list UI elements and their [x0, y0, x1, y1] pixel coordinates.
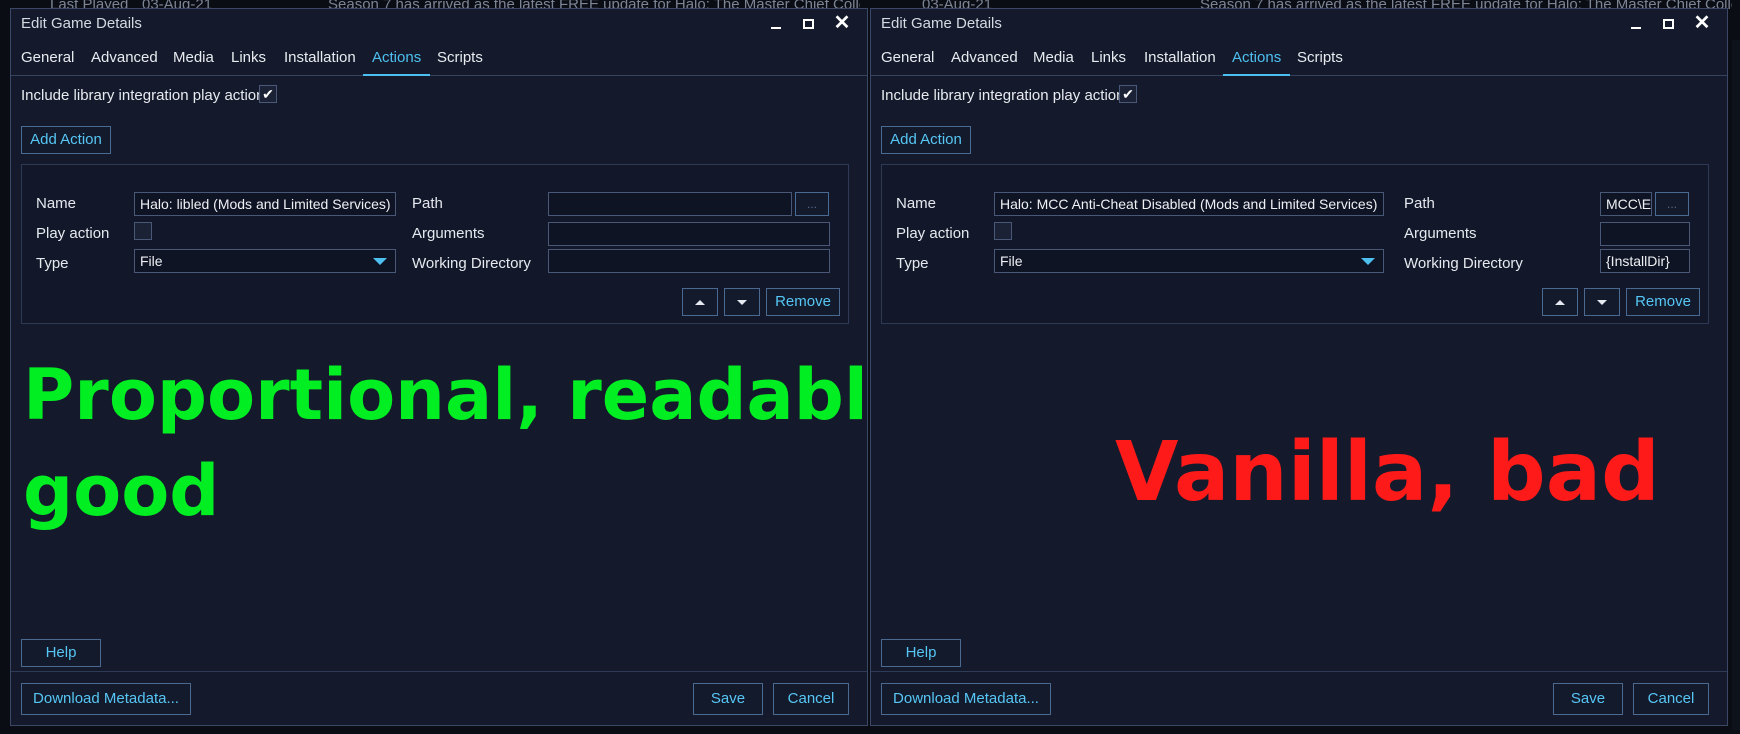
- overlay-line-1: Vanilla, bad: [1115, 425, 1660, 520]
- tab-links[interactable]: Links: [1091, 48, 1126, 74]
- move-up-button[interactable]: [682, 288, 718, 316]
- action-name-input[interactable]: Halo: MCC Anti-Cheat Disabled (Mods and …: [994, 192, 1384, 216]
- move-down-button[interactable]: [724, 288, 760, 316]
- download-metadata-button[interactable]: Download Metadata...: [21, 683, 191, 715]
- path-input[interactable]: [548, 192, 792, 216]
- edit-game-details-dialog: Edit Game Details ✕ General Advanced Med…: [870, 8, 1728, 726]
- checkmark-icon: ✔: [262, 86, 274, 102]
- move-up-button[interactable]: [1542, 288, 1578, 316]
- action-name-input[interactable]: Halo: libled (Mods and Limited Services): [134, 192, 396, 216]
- name-label: Name: [896, 195, 937, 212]
- arguments-label: Arguments: [412, 225, 485, 242]
- tab-media[interactable]: Media: [1033, 48, 1074, 74]
- action-item: Name Play action Type Halo: libled (Mods…: [21, 164, 849, 324]
- overlay-line-2: good: [23, 450, 220, 532]
- arguments-input[interactable]: [548, 222, 830, 246]
- dialog-title: Edit Game Details: [21, 15, 142, 32]
- working-directory-input[interactable]: [548, 249, 830, 273]
- checkmark-icon: ✔: [1122, 86, 1134, 102]
- add-action-button[interactable]: Add Action: [21, 126, 111, 154]
- tab-installation[interactable]: Installation: [284, 48, 356, 74]
- type-label: Type: [36, 255, 69, 272]
- tab-bar: General Advanced Media Links Installatio…: [871, 45, 1727, 76]
- name-label: Name: [36, 195, 77, 212]
- overlay-caption: Vanilla, bad: [1115, 425, 1660, 521]
- tab-general[interactable]: General: [881, 48, 934, 74]
- play-action-checkbox[interactable]: [994, 222, 1012, 240]
- cancel-button[interactable]: Cancel: [1633, 683, 1709, 715]
- minimize-icon[interactable]: [763, 11, 789, 35]
- arguments-label: Arguments: [1404, 225, 1477, 242]
- close-icon[interactable]: ✕: [829, 11, 855, 35]
- tab-advanced[interactable]: Advanced: [951, 48, 1018, 74]
- play-action-label: Play action: [36, 225, 110, 242]
- help-button[interactable]: Help: [21, 639, 101, 667]
- tab-media[interactable]: Media: [173, 48, 214, 74]
- include-integration-label: Include library integration play actions: [881, 87, 1132, 104]
- action-item: Name Play action Type Halo: MCC Anti-Che…: [881, 164, 1709, 324]
- browse-path-button[interactable]: ...: [795, 192, 829, 216]
- tab-actions[interactable]: Actions: [1223, 48, 1291, 76]
- move-down-button[interactable]: [1584, 288, 1620, 316]
- include-integration-checkbox[interactable]: ✔: [1119, 85, 1137, 103]
- play-action-checkbox[interactable]: [134, 222, 152, 240]
- remove-button[interactable]: Remove: [1626, 288, 1700, 316]
- footer-divider: [11, 671, 867, 672]
- include-integration-label: Include library integration play actions: [21, 87, 272, 104]
- edit-game-details-dialog: Edit Game Details ✕ General Advanced Med…: [10, 8, 942, 726]
- save-button[interactable]: Save: [693, 683, 763, 715]
- type-label: Type: [896, 255, 929, 272]
- chevron-down-icon: [373, 258, 387, 265]
- background-right-column: [1732, 40, 1740, 730]
- arrow-down-icon: [1597, 299, 1607, 305]
- path-label: Path: [412, 195, 443, 212]
- browse-path-button[interactable]: ...: [1655, 192, 1689, 216]
- arrow-down-icon: [737, 299, 747, 305]
- titlebar: Edit Game Details ✕: [11, 9, 867, 37]
- maximize-icon[interactable]: [1655, 11, 1681, 35]
- remove-button[interactable]: Remove: [766, 288, 840, 316]
- tab-scripts[interactable]: Scripts: [437, 48, 483, 74]
- titlebar: Edit Game Details ✕: [871, 9, 1727, 37]
- arrow-up-icon: [695, 299, 705, 305]
- chevron-down-icon: [1361, 258, 1375, 265]
- tab-bar: General Advanced Media Links Installatio…: [11, 45, 867, 76]
- type-select[interactable]: File: [134, 249, 396, 273]
- arguments-input[interactable]: [1600, 222, 1690, 246]
- maximize-icon[interactable]: [795, 11, 821, 35]
- overlay-caption: Proportional, readable, good: [23, 347, 942, 539]
- help-button[interactable]: Help: [881, 639, 961, 667]
- cancel-button[interactable]: Cancel: [773, 683, 849, 715]
- arrow-up-icon: [1555, 299, 1565, 305]
- tab-actions[interactable]: Actions: [363, 48, 431, 76]
- type-select[interactable]: File: [994, 249, 1384, 273]
- tab-general[interactable]: General: [21, 48, 74, 74]
- close-icon[interactable]: ✕: [1689, 11, 1715, 35]
- download-metadata-button[interactable]: Download Metadata...: [881, 683, 1051, 715]
- type-select-value: File: [1000, 253, 1023, 269]
- footer-divider: [871, 671, 1727, 672]
- save-button[interactable]: Save: [1553, 683, 1623, 715]
- overlay-line-1: Proportional, readable,: [23, 354, 942, 436]
- include-integration-checkbox[interactable]: ✔: [259, 85, 277, 103]
- tab-installation[interactable]: Installation: [1144, 48, 1216, 74]
- path-label: Path: [1404, 195, 1435, 212]
- dialog-title: Edit Game Details: [881, 15, 1002, 32]
- working-directory-input[interactable]: {InstallDir}: [1600, 249, 1690, 273]
- working-directory-label: Working Directory: [412, 255, 531, 272]
- play-action-label: Play action: [896, 225, 970, 242]
- tab-advanced[interactable]: Advanced: [91, 48, 158, 74]
- type-select-value: File: [140, 253, 163, 269]
- working-directory-label: Working Directory: [1404, 255, 1523, 272]
- add-action-button[interactable]: Add Action: [881, 126, 971, 154]
- minimize-icon[interactable]: [1623, 11, 1649, 35]
- tab-scripts[interactable]: Scripts: [1297, 48, 1343, 74]
- tab-links[interactable]: Links: [231, 48, 266, 74]
- path-input[interactable]: MCC\E: [1600, 192, 1652, 216]
